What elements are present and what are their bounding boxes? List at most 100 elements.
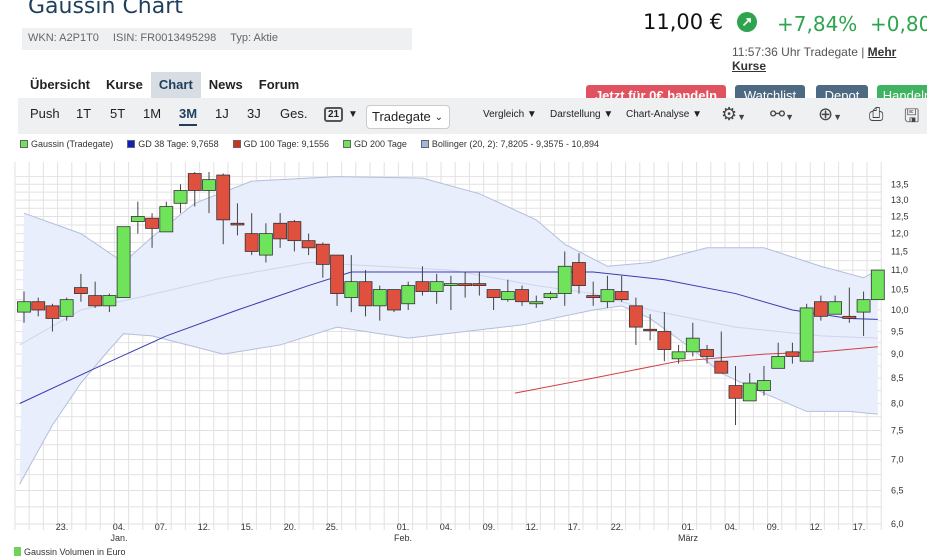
- candle-up: [600, 289, 615, 303]
- x-tick-label: 25.: [326, 522, 339, 532]
- legend-swatch: [14, 547, 21, 556]
- range-3m[interactable]: 3M: [179, 106, 198, 126]
- candle-down: [287, 221, 302, 242]
- x-tick-label: 09.: [483, 522, 496, 532]
- analysis-dropdown[interactable]: Chart-Analyse ▼: [626, 109, 702, 120]
- candle-down: [330, 254, 344, 294]
- candle-up: [856, 299, 871, 313]
- candle-down: [458, 283, 473, 286]
- security-type: Typ: Aktie: [230, 32, 278, 44]
- quote-time: 11:57:36 Uhr Tradegate | Mehr Kurse: [732, 45, 927, 73]
- chart-legend: Gaussin (Tradegate) GD 38 Tage: 9,7658 G…: [20, 139, 599, 149]
- candle-up: [685, 337, 700, 353]
- candle-down: [45, 305, 60, 319]
- tab-overview[interactable]: Übersicht: [22, 72, 98, 98]
- candle-down: [358, 281, 373, 307]
- candle-up: [557, 265, 572, 294]
- candle-down: [643, 328, 658, 332]
- settings-gear-icon[interactable]: ⚙▼: [721, 104, 746, 125]
- y-tick-label: 13,0: [891, 195, 909, 205]
- x-tick-label: 07.: [155, 522, 168, 532]
- save-icon[interactable]: 🖫: [904, 104, 919, 134]
- tab-chart[interactable]: Chart: [150, 72, 201, 98]
- candle-up: [799, 307, 814, 362]
- quote-time-text: 11:57:36 Uhr Tradegate |: [732, 45, 865, 59]
- y-tick-label: 12,0: [891, 229, 909, 239]
- candle-up: [401, 285, 416, 305]
- range-1m[interactable]: 1M: [143, 106, 161, 121]
- candle-down: [187, 173, 202, 191]
- candle-down: [216, 174, 231, 221]
- y-tick-label: 12,5: [891, 212, 909, 222]
- compare-label: Vergleich: [483, 109, 525, 120]
- candle-up: [130, 216, 145, 222]
- price-chart[interactable]: 6,0 6,5 7,0 7,5 8,0 8,5 9,0 9,5 10,0 10,5 11,0 11,5…: [0, 150, 927, 550]
- legend-label: Bollinger (20, 2): 7,8205 - 9,3575 - 10,…: [431, 139, 600, 149]
- x-tick-month-label: Jan.: [110, 533, 127, 543]
- y-tick-label: 9,5: [891, 326, 904, 336]
- candle-up: [102, 295, 117, 307]
- candle-down: [515, 289, 529, 303]
- x-tick-label: 20.: [284, 522, 297, 532]
- candle-down: [472, 283, 487, 286]
- range-5t[interactable]: 5T: [110, 106, 125, 121]
- range-3j[interactable]: 3J: [247, 106, 261, 121]
- legend-swatch: [343, 140, 352, 148]
- legend-label: GD 200 Tage: [354, 139, 407, 149]
- zoom-in-icon[interactable]: ⊕▼: [818, 104, 842, 125]
- candle-down: [785, 351, 800, 357]
- y-tick-label: 8,0: [891, 398, 904, 408]
- volume-legend-label: Gaussin Volumen in Euro: [24, 547, 126, 557]
- candle-up: [59, 299, 74, 317]
- candle-down: [813, 301, 828, 317]
- indicators-icon[interactable]: ⚯▼: [770, 104, 794, 125]
- x-tick-month-label: März: [678, 533, 698, 543]
- range-push[interactable]: Push: [30, 106, 60, 121]
- candle-down: [301, 240, 316, 249]
- calendar-icon[interactable]: 21: [324, 107, 344, 122]
- candle-up: [202, 179, 216, 191]
- calendar-dropdown-icon[interactable]: ▼: [348, 109, 358, 120]
- x-tick-label: 15.: [241, 522, 254, 532]
- range-1j[interactable]: 1J: [215, 106, 229, 121]
- legend-bollinger: Bollinger (20, 2): 7,8205 - 9,3575 - 10,…: [420, 139, 600, 149]
- x-tick-label: 23.: [56, 522, 69, 532]
- candle-down: [614, 291, 629, 301]
- tab-forum[interactable]: Forum: [251, 72, 307, 98]
- candle-down: [586, 295, 601, 299]
- range-all[interactable]: Ges.: [280, 106, 307, 121]
- candle-down: [415, 281, 430, 292]
- y-tick-label: 7,0: [891, 454, 904, 464]
- isin: ISIN: FR0013495298: [112, 32, 217, 44]
- candle-up: [757, 380, 771, 392]
- candle-up: [173, 190, 188, 204]
- x-tick-label: 22.: [611, 522, 624, 532]
- candle-up: [870, 269, 885, 301]
- candle-down: [31, 301, 46, 311]
- current-price: 11,00 €: [643, 10, 724, 34]
- exchange-value: Tradegate: [372, 109, 431, 124]
- exchange-select[interactable]: Tradegate ⌄: [366, 105, 450, 129]
- security-info-bar: WKN: A2P1T0 ISIN: FR0013495298 Typ: Akti…: [22, 28, 412, 50]
- display-dropdown[interactable]: Darstellung ▼: [550, 109, 613, 120]
- legend-swatch: [420, 140, 429, 148]
- y-tick-label: 7,5: [891, 426, 904, 436]
- tab-quotes[interactable]: Kurse: [98, 72, 151, 98]
- change-absolute: +0,80: [870, 12, 927, 36]
- y-tick-label: 6,0: [891, 519, 904, 529]
- compare-dropdown[interactable]: Vergleich ▼: [483, 109, 537, 120]
- print-icon[interactable]: ⎙: [869, 104, 883, 125]
- x-tick-label: 01.: [397, 522, 410, 532]
- candle-down: [486, 289, 501, 299]
- tab-news[interactable]: News: [201, 72, 251, 98]
- chart-toolbar: Push 1T 5T 1M 3M 1J 3J Ges. 21 ▼ Tradega…: [18, 98, 927, 134]
- page-title: Gaussin Chart: [28, 0, 183, 19]
- candle-down: [628, 305, 643, 328]
- x-tick-label: 12.: [810, 522, 823, 532]
- candle-down: [700, 349, 714, 357]
- candle-up: [771, 356, 786, 369]
- legend-label: Gaussin (Tradegate): [31, 139, 114, 149]
- candle-down: [74, 287, 88, 294]
- range-1t[interactable]: 1T: [76, 106, 91, 121]
- candle-down: [728, 385, 743, 399]
